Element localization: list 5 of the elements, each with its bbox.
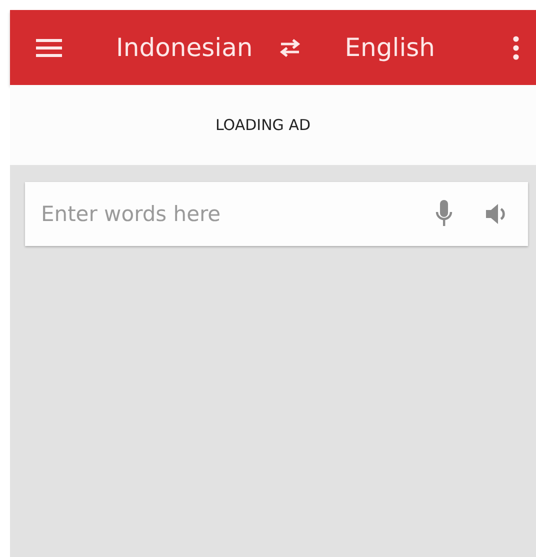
target-language-button[interactable]: English xyxy=(344,33,436,62)
input-field[interactable]: Enter words here xyxy=(25,182,528,246)
ad-loading-text: LOADING AD xyxy=(215,116,311,134)
source-language-button[interactable]: Indonesian xyxy=(116,33,253,62)
text-input[interactable]: Enter words here xyxy=(39,201,422,227)
